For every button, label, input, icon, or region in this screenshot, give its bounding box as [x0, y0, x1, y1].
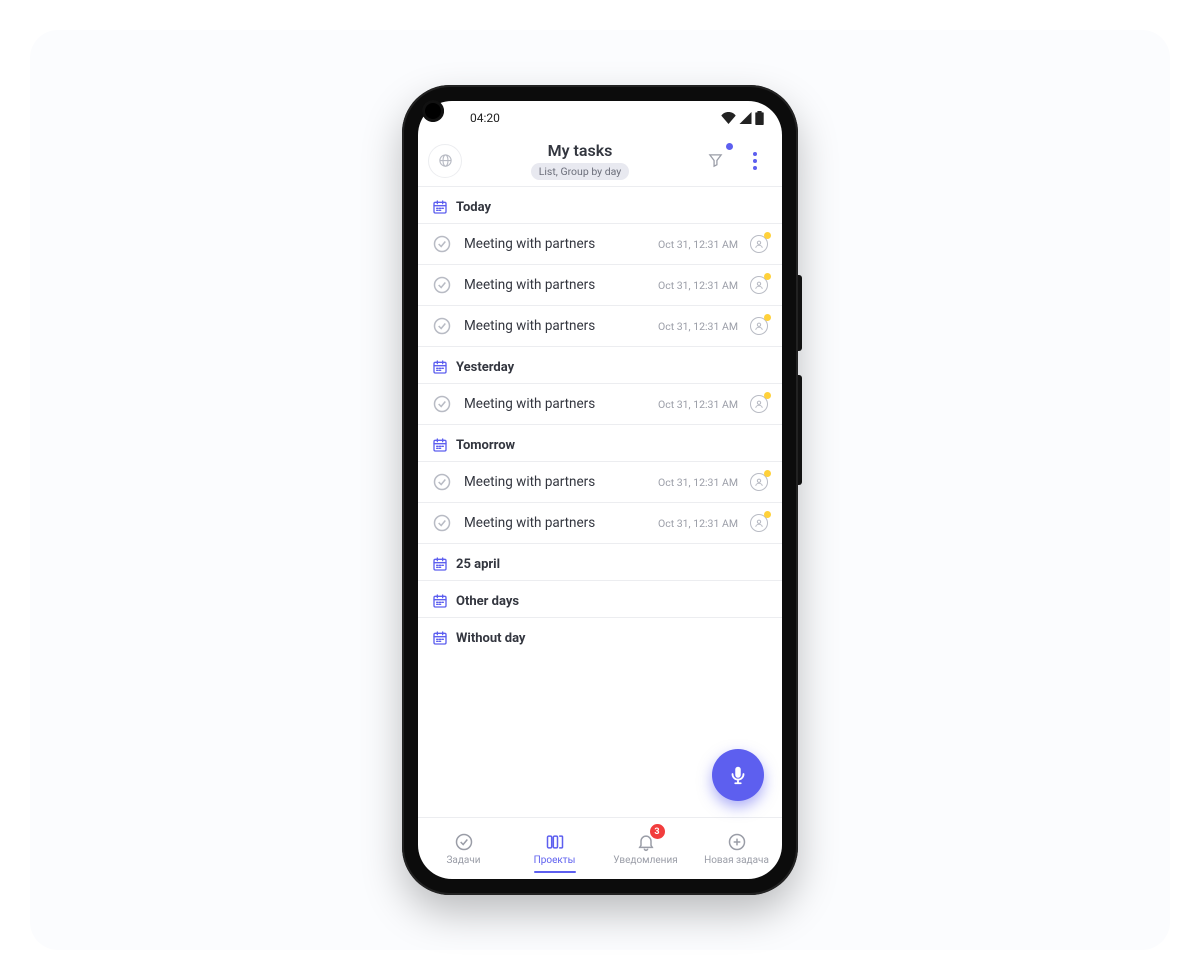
group-label: Yesterday	[456, 360, 514, 375]
phone-frame: 04:20 My tasks List, Group by day	[402, 85, 798, 895]
group-header[interactable]: Today	[418, 187, 782, 223]
group-label: Tomorrow	[456, 438, 515, 453]
assignee-avatar[interactable]	[750, 514, 768, 532]
task-row[interactable]: Meeting with partners Oct 31, 12:31 AM	[418, 502, 782, 543]
header-title-area[interactable]: My tasks List, Group by day	[468, 141, 692, 180]
task-row[interactable]: Meeting with partners Oct 31, 12:31 AM	[418, 383, 782, 424]
battery-icon	[755, 111, 764, 125]
nav-label: Проекты	[534, 855, 576, 866]
kebab-icon	[753, 152, 757, 170]
calendar-icon	[432, 630, 448, 646]
notification-badge: 3	[650, 824, 665, 839]
task-row[interactable]: Meeting with partners Oct 31, 12:31 AM	[418, 461, 782, 502]
assignee-avatar[interactable]	[750, 473, 768, 491]
task-title: Meeting with partners	[464, 515, 646, 531]
status-clock: 04:20	[470, 111, 500, 125]
task-time: Oct 31, 12:31 AM	[658, 476, 738, 489]
filter-icon	[707, 152, 724, 169]
nav-label: Новая задача	[704, 855, 769, 866]
status-bar: 04:20	[418, 101, 782, 135]
task-time: Oct 31, 12:31 AM	[658, 398, 738, 411]
task-checkbox-icon[interactable]	[432, 472, 452, 492]
status-dot	[764, 273, 771, 280]
task-title: Meeting with partners	[464, 474, 646, 490]
task-list: Today Meeting with partners Oct 31, 12:31 …	[418, 187, 782, 817]
task-checkbox-icon[interactable]	[432, 275, 452, 295]
mic-icon	[727, 764, 749, 786]
task-time: Oct 31, 12:31 AM	[658, 279, 738, 292]
task-title: Meeting with partners	[464, 318, 646, 334]
calendar-icon	[432, 359, 448, 375]
task-title: Meeting with partners	[464, 396, 646, 412]
wifi-icon	[721, 112, 736, 124]
nav-label: Задачи	[446, 855, 480, 866]
globe-icon	[438, 153, 453, 168]
group-header[interactable]: Tomorrow	[418, 424, 782, 461]
bottom-nav: Задачи Проекты 3 Уведомления Новая задач…	[418, 817, 782, 879]
status-icons	[721, 111, 764, 125]
group-label: Today	[456, 200, 491, 215]
calendar-icon	[432, 437, 448, 453]
backdrop: 04:20 My tasks List, Group by day	[30, 30, 1170, 950]
calendar-icon	[432, 199, 448, 215]
status-dot	[764, 232, 771, 239]
signal-icon	[739, 112, 752, 124]
app-header: My tasks List, Group by day	[418, 135, 782, 187]
check-circle-icon	[454, 832, 474, 852]
group-header[interactable]: 25 april	[418, 543, 782, 580]
task-checkbox-icon[interactable]	[432, 513, 452, 533]
task-time: Oct 31, 12:31 AM	[658, 517, 738, 530]
group-label: Other days	[456, 594, 519, 609]
screen: 04:20 My tasks List, Group by day	[418, 101, 782, 879]
task-row[interactable]: Meeting with partners Oct 31, 12:31 AM	[418, 305, 782, 346]
nav-projects[interactable]: Проекты	[509, 818, 600, 879]
status-dot	[764, 314, 771, 321]
status-dot	[764, 511, 771, 518]
nav-new-task[interactable]: Новая задача	[691, 818, 782, 879]
group-header[interactable]: Other days	[418, 580, 782, 617]
overflow-menu-button[interactable]	[738, 144, 772, 178]
task-row[interactable]: Meeting with partners Oct 31, 12:31 AM	[418, 223, 782, 264]
voice-fab[interactable]	[712, 749, 764, 801]
nav-notifications[interactable]: 3 Уведомления	[600, 818, 691, 879]
task-title: Meeting with partners	[464, 236, 646, 252]
group-header[interactable]: Without day	[418, 617, 782, 654]
task-checkbox-icon[interactable]	[432, 394, 452, 414]
status-dot	[764, 470, 771, 477]
page-title: My tasks	[468, 141, 692, 160]
workspace-button[interactable]	[428, 144, 462, 178]
task-time: Oct 31, 12:31 AM	[658, 238, 738, 251]
task-checkbox-icon[interactable]	[432, 316, 452, 336]
nav-label: Уведомления	[613, 855, 677, 866]
nav-tasks[interactable]: Задачи	[418, 818, 509, 879]
assignee-avatar[interactable]	[750, 317, 768, 335]
columns-icon	[545, 832, 565, 852]
plus-circle-icon	[727, 832, 747, 852]
phone-camera	[422, 100, 444, 122]
view-mode-chip: List, Group by day	[531, 163, 630, 180]
calendar-icon	[432, 593, 448, 609]
assignee-avatar[interactable]	[750, 235, 768, 253]
group-header[interactable]: Yesterday	[418, 346, 782, 383]
task-title: Meeting with partners	[464, 277, 646, 293]
filter-active-dot	[726, 143, 733, 150]
group-label: Without day	[456, 631, 525, 646]
group-label: 25 april	[456, 557, 500, 572]
task-time: Oct 31, 12:31 AM	[658, 320, 738, 333]
task-row[interactable]: Meeting with partners Oct 31, 12:31 AM	[418, 264, 782, 305]
calendar-icon	[432, 556, 448, 572]
assignee-avatar[interactable]	[750, 395, 768, 413]
filter-button[interactable]	[698, 144, 732, 178]
task-checkbox-icon[interactable]	[432, 234, 452, 254]
assignee-avatar[interactable]	[750, 276, 768, 294]
status-dot	[764, 392, 771, 399]
